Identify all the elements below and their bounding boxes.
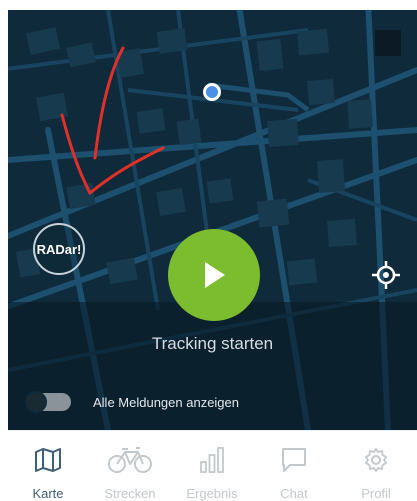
show-all-reports-toggle[interactable] [25,391,71,413]
controls-overlay [8,302,417,430]
nav-tab-profil[interactable]: Profil [336,431,416,501]
bar-chart-icon [200,447,224,473]
nav-tab-strecken[interactable]: Strecken [90,431,170,501]
nav-label: Chat [280,486,308,501]
show-all-reports-label: Alle Meldungen anzeigen [93,395,239,410]
map-view[interactable]: RADar! Tracking starten Alle Meldungen a… [8,10,417,430]
crosshair-icon[interactable] [371,260,401,290]
bicycle-icon [108,447,152,473]
play-icon [205,262,225,288]
nav-tab-chat[interactable]: Chat [254,431,334,501]
chat-icon [282,448,306,472]
tracking-status-label: Tracking starten [151,334,274,353]
start-tracking-button[interactable] [168,229,260,321]
radar-button-label: RADar! [36,241,82,257]
app-screen: RADar! Tracking starten Alle Meldungen a… [0,0,417,501]
gear-icon [365,448,387,472]
user-location-dot [203,83,221,101]
nav-label: Strecken [104,486,156,501]
nav-label: Ergebnis [186,486,238,501]
nav-tab-karte[interactable]: Karte [8,431,88,501]
radar-button[interactable]: RADar! [33,223,85,275]
map-icon [35,448,61,472]
status-strip [0,0,417,10]
toggle-knob [25,391,47,413]
nav-label: Profil [361,486,391,501]
nav-label: Karte [32,486,64,501]
bottom-navigation: Karte Strecken Ergebnis Chat Profil [8,430,417,501]
nav-tab-ergebnis[interactable]: Ergebnis [172,431,252,501]
